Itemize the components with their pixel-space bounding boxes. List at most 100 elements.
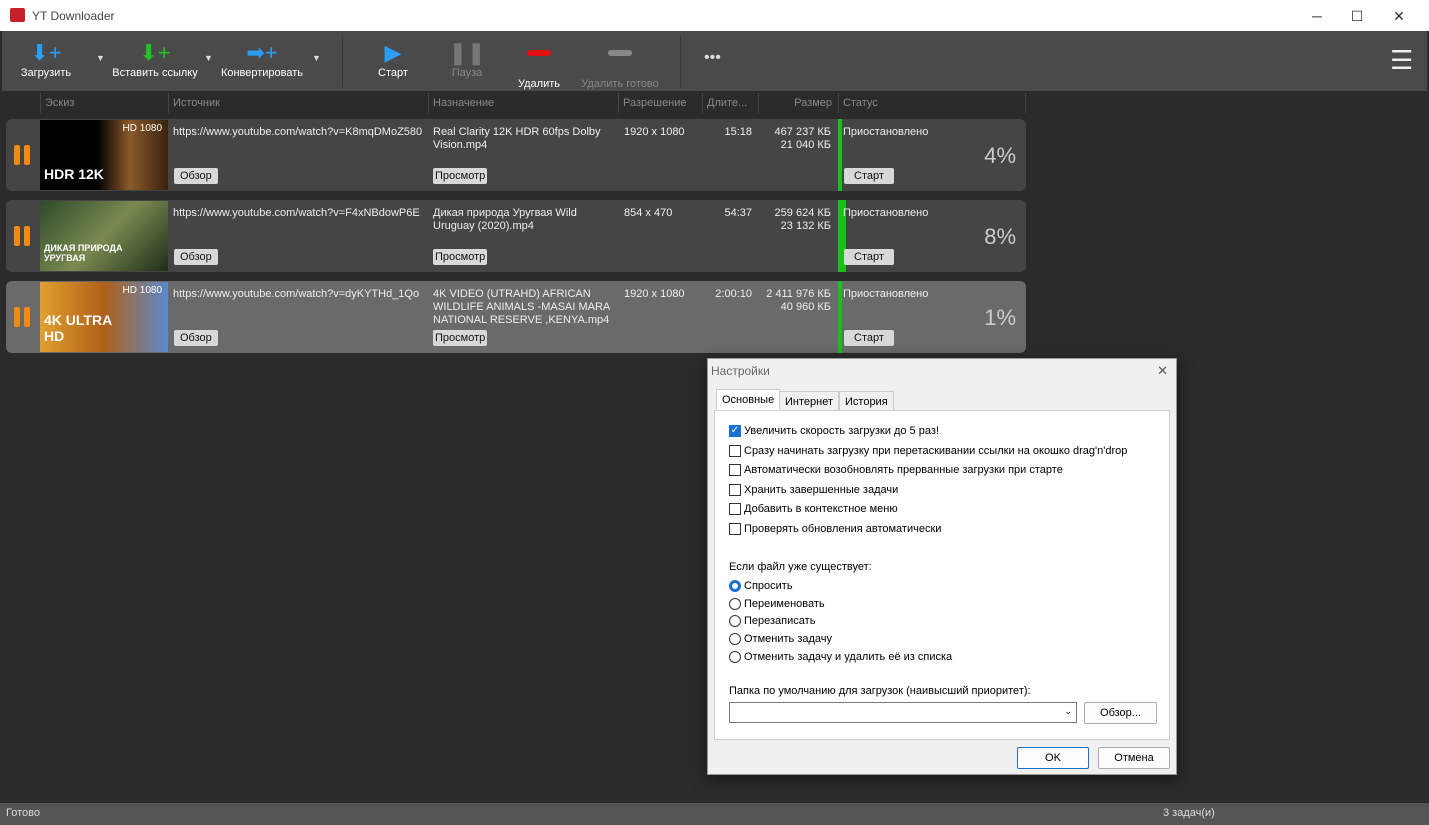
checkbox[interactable] [729,444,741,457]
settings-dialog: Настройки ✕ Основные Интернет История Ес… [707,358,1177,775]
maximize-button[interactable]: ☐ [1334,4,1380,28]
row-start-button[interactable]: Старт [844,168,894,184]
checkbox-option[interactable]: ✓ Увеличить скорость загрузки до 5 раз! [729,425,939,437]
browse-button[interactable]: Обзор [174,330,218,346]
checkbox-label: Проверять обновления автоматически [744,522,942,535]
thumb-quality-label: HD 1080 [122,123,162,134]
cancel-button[interactable]: Отмена [1098,747,1170,769]
ok-button[interactable]: OK [1017,747,1089,769]
task-count: 3 задач(и) [1163,807,1215,819]
progress-percent: 8% [984,224,1016,249]
download-dropdown[interactable]: ▼ [96,53,105,63]
download-row[interactable]: ДИКАЯ ПРИРОДА УРУГВАЯ https://www.youtub… [6,200,1026,272]
duration: 54:37 [724,207,752,219]
size-total: 467 237 КБ [774,126,831,138]
download-row[interactable]: HD 1080 4K ULTRA HD https://www.youtube.… [6,281,1026,353]
checkbox-option[interactable]: Автоматически возобновлять прерванные за… [729,464,1063,476]
col-duration[interactable]: Длите... [702,93,758,113]
dialog-close-button[interactable]: ✕ [1157,363,1168,379]
menu-button[interactable]: ☰ [1390,45,1413,76]
checkbox-option[interactable]: Проверять обновления автоматически [729,522,942,535]
close-button[interactable]: ✕ [1376,4,1422,28]
col-dest[interactable]: Назначение [428,93,618,113]
radio-label: Переименовать [744,597,825,610]
checkbox-option[interactable]: Хранить завершенные задачи [729,483,899,496]
convert-button[interactable]: ➡+ Конвертировать [216,39,308,79]
download-button[interactable]: ⬇+ Загрузить [18,39,74,79]
folder-browse-button[interactable]: Обзор... [1084,702,1157,724]
pause-button[interactable]: ❚❚ Пауза [446,39,488,79]
radio-option[interactable]: Перезаписать [729,615,816,628]
radio-option[interactable]: Спросить [729,580,793,592]
radio[interactable] [729,615,741,628]
delete-icon [514,50,564,78]
video-thumbnail: HD 1080 HDR 12K [40,120,168,190]
checkbox[interactable] [729,503,741,515]
radio-option[interactable]: Отменить задачу и удалить её из списка [729,650,952,663]
download-row[interactable]: HD 1080 HDR 12K https://www.youtube.com/… [6,119,1026,191]
pause-icon: ❚❚ [448,40,486,65]
toolbar: ⬇+ Загрузить ▼ ⬇+ Вставить ссылку ▼ ➡+ Конв… [2,31,1427,91]
browse-button[interactable]: Обзор [174,168,218,184]
convert-label: Конвертировать [220,67,304,79]
checkbox-option[interactable]: Добавить в контекстное меню [729,503,898,515]
status-text: Готово [6,807,40,819]
convert-dropdown[interactable]: ▼ [312,53,321,63]
radio[interactable] [729,650,741,663]
size-downloaded: 40 960 КБ [780,301,831,313]
radio[interactable] [729,633,741,646]
resolution: 854 x 470 [624,207,673,219]
thumb-text: ДИКАЯ ПРИРОДА УРУГВАЯ [44,243,123,263]
size-total: 259 624 КБ [774,207,831,219]
thumb-text: HDR 12K [44,166,104,182]
radio-label: Перезаписать [744,615,816,628]
checkbox[interactable] [729,483,741,496]
play-icon: ▶ [384,40,402,65]
status-text: Приостановлено [843,288,929,300]
start-button[interactable]: ▶ Старт [372,39,414,79]
delete-label: Удалить [518,78,560,90]
source-url: https://www.youtube.com/watch?v=F4xNBdow… [173,207,420,219]
tab-history[interactable]: История [839,391,894,411]
size-total: 2 411 976 КБ [766,288,831,300]
pause-icon[interactable] [14,226,32,246]
col-size[interactable]: Размер [758,93,838,113]
checkbox[interactable]: ✓ [729,425,741,437]
status-text: Приостановлено [843,126,929,138]
col-source[interactable]: Источник [168,93,428,113]
checkbox-option[interactable]: Сразу начинать загрузку при перетаскиван… [729,444,1128,457]
row-start-button[interactable]: Старт [844,330,894,346]
destination-file: Дикая природа Уругвая Wild Uruguay (2020… [433,207,577,232]
checkbox-label: Сразу начинать загрузку при перетаскиван… [744,444,1128,457]
tab-basic[interactable]: Основные [716,389,781,411]
delete-done-button[interactable]: Удалить готово [576,39,664,90]
view-button[interactable]: Просмотр [433,168,488,184]
paste-link-button[interactable]: ⬇+ Вставить ссылку [108,39,202,79]
radio-label: Отменить задачу [744,633,833,646]
browse-button[interactable]: Обзор [174,249,218,265]
convert-icon: ➡+ [246,40,278,65]
more-button[interactable]: ••• [704,49,721,67]
view-button[interactable]: Просмотр [433,330,488,346]
radio[interactable] [729,597,741,610]
pause-icon[interactable] [14,145,32,165]
folder-select[interactable]: ⌄ [729,702,1077,723]
radio-option[interactable]: Отменить задачу [729,633,833,646]
tab-internet[interactable]: Интернет [779,391,839,411]
radio-option[interactable]: Переименовать [729,597,825,610]
radio[interactable] [729,580,741,592]
checkbox-label: Добавить в контекстное меню [744,503,898,515]
row-start-button[interactable]: Старт [844,249,894,265]
col-resolution[interactable]: Разрешение [618,93,702,113]
checkbox-label: Хранить завершенные задачи [744,483,899,496]
view-button[interactable]: Просмотр [433,249,488,265]
paste-dropdown[interactable]: ▼ [204,53,213,63]
col-thumb[interactable]: Эскиз [40,93,168,113]
checkbox[interactable] [729,522,741,535]
source-url: https://www.youtube.com/watch?v=K8mqDMoZ… [173,126,423,138]
checkbox[interactable] [729,464,741,476]
resolution: 1920 x 1080 [624,288,685,300]
delete-button[interactable]: Удалить [514,39,564,90]
pause-icon[interactable] [14,307,32,327]
col-status[interactable]: Статус [838,93,1026,113]
